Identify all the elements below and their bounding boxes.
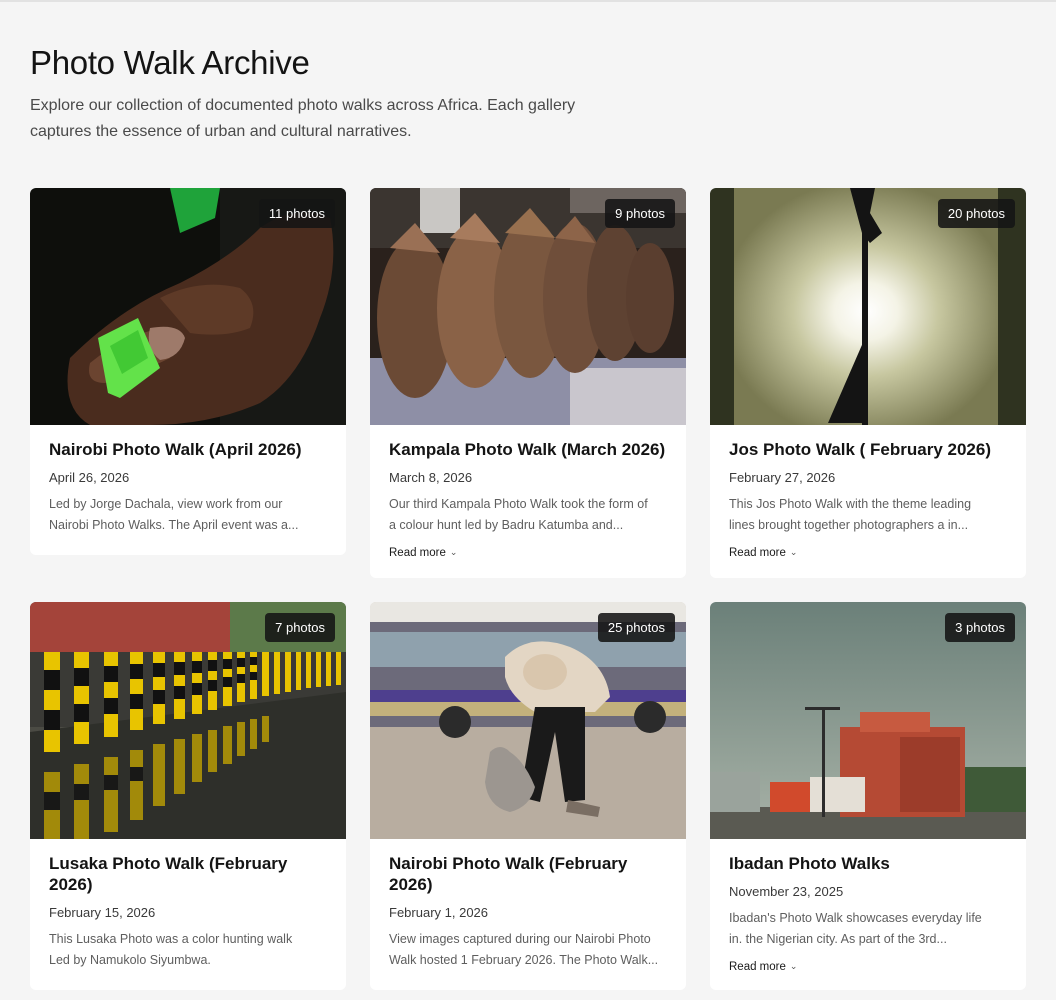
card-title[interactable]: Nairobi Photo Walk (April 2026) — [49, 439, 328, 460]
page-intro-line-2: captures the essence of urban and cultur… — [30, 123, 412, 140]
chevron-down-icon: ⌄ — [789, 961, 798, 971]
card-excerpt: This Lusaka Photo was a color hunting wa… — [49, 929, 328, 971]
photo-count-badge: 3 photos — [945, 613, 1015, 642]
read-more-button[interactable]: Read more ⌄ — [729, 544, 797, 561]
photo-count-badge: 7 photos — [265, 613, 335, 642]
photo-count-badge: 11 photos — [258, 199, 335, 228]
card-title[interactable]: Nairobi Photo Walk (February 2026) — [389, 853, 668, 895]
card-title[interactable]: Jos Photo Walk ( February 2026) — [729, 439, 1008, 460]
card-excerpt: Our third Kampala Photo Walk took the fo… — [389, 494, 668, 536]
photo-count-badge: 9 photos — [605, 199, 675, 228]
card-date: April 26, 2026 — [49, 470, 130, 485]
card-title[interactable]: Ibadan Photo Walks — [729, 853, 1008, 874]
page-intro-line-1: Explore our collection of documented pho… — [30, 97, 576, 114]
card-excerpt-line-2: Walk hosted 1 February 2026. The Photo W… — [389, 953, 659, 967]
gallery-card-jos-february[interactable]: 20 photos Jos Photo Walk ( February 2026… — [710, 188, 1026, 578]
card-date: February 27, 2026 — [729, 470, 836, 485]
gallery-card-kampala-march[interactable]: 9 photos Kampala Photo Walk (March 2026)… — [370, 188, 686, 578]
card-title-line-2: 2026) — [49, 875, 93, 894]
gallery-photo[interactable]: 25 photos — [370, 602, 686, 839]
top-divider — [0, 0, 1056, 2]
read-more-label: Read more — [389, 547, 446, 559]
read-more-label: Read more — [729, 961, 786, 973]
card-date: February 15, 2026 — [49, 905, 156, 920]
card-title[interactable]: Kampala Photo Walk (March 2026) — [389, 439, 668, 460]
card-excerpt-line-2: Nairobi Photo Walks. The April event was… — [49, 518, 299, 532]
read-more-button[interactable]: Read more ⌄ — [389, 544, 457, 561]
page-title: Photo Walk Archive — [30, 44, 310, 81]
card-excerpt-line-1: View images captured during our Nairobi … — [389, 932, 651, 946]
gallery-card-lusaka-february[interactable]: 7 photos Lusaka Photo Walk (February 202… — [30, 602, 346, 990]
chevron-down-icon: ⌄ — [449, 547, 458, 557]
gallery-card-nairobi-february[interactable]: 25 photos Nairobi Photo Walk (February 2… — [370, 602, 686, 990]
card-excerpt-line-2: a colour hunt led by Badru Katumba and..… — [389, 518, 624, 532]
card-date: March 8, 2026 — [389, 470, 473, 485]
card-excerpt-line-1: This Lusaka Photo was a color hunting wa… — [49, 932, 293, 946]
gallery-photo[interactable]: 9 photos — [370, 188, 686, 425]
chevron-down-icon: ⌄ — [789, 547, 798, 557]
card-excerpt: This Jos Photo Walk with the theme leadi… — [729, 494, 1008, 536]
read-more-label: Read more — [729, 547, 786, 559]
photo-count-badge: 25 photos — [597, 613, 675, 642]
gallery-photo[interactable]: 20 photos — [710, 188, 1026, 425]
card-excerpt-line-1: This Jos Photo Walk with the theme leadi… — [729, 497, 972, 511]
card-excerpt: Led by Jorge Dachala, view work from our… — [49, 494, 328, 536]
card-excerpt-line-1: Our third Kampala Photo Walk took the fo… — [389, 497, 648, 511]
page-intro: Explore our collection of documented pho… — [30, 93, 630, 145]
gallery-photo[interactable]: 11 photos — [30, 188, 346, 425]
gallery-card-nairobi-april[interactable]: 11 photos Nairobi Photo Walk (April 2026… — [30, 188, 346, 555]
card-title[interactable]: Lusaka Photo Walk (February 2026) — [49, 853, 328, 895]
card-date: February 1, 2026 — [389, 905, 489, 920]
card-excerpt-line-1: Ibadan's Photo Walk showcases everyday l… — [729, 911, 982, 925]
card-excerpt-line-2: lines brought together photographers a i… — [729, 518, 969, 532]
card-excerpt-line-2: in. the Nigerian city. As part of the 3r… — [729, 932, 947, 946]
card-excerpt-line-2: Led by Namukolo Siyumbwa. — [49, 953, 211, 967]
gallery-photo[interactable]: 7 photos — [30, 602, 346, 839]
read-more-button[interactable]: Read more ⌄ — [729, 958, 797, 975]
card-date: November 23, 2025 — [729, 884, 844, 899]
gallery-photo[interactable]: 3 photos — [710, 602, 1026, 839]
gallery-card-ibadan[interactable]: 3 photos Ibadan Photo Walks November 23,… — [710, 602, 1026, 990]
card-excerpt: Ibadan's Photo Walk showcases everyday l… — [729, 908, 1008, 950]
card-excerpt: View images captured during our Nairobi … — [389, 929, 668, 971]
card-title-line-1: Lusaka Photo Walk (February — [49, 854, 288, 873]
photo-count-badge: 20 photos — [937, 199, 1015, 228]
card-excerpt-line-1: Led by Jorge Dachala, view work from our — [49, 497, 283, 511]
card-title-line-2: 2026) — [389, 875, 433, 894]
card-title-line-1: Nairobi Photo Walk (February — [389, 854, 628, 873]
